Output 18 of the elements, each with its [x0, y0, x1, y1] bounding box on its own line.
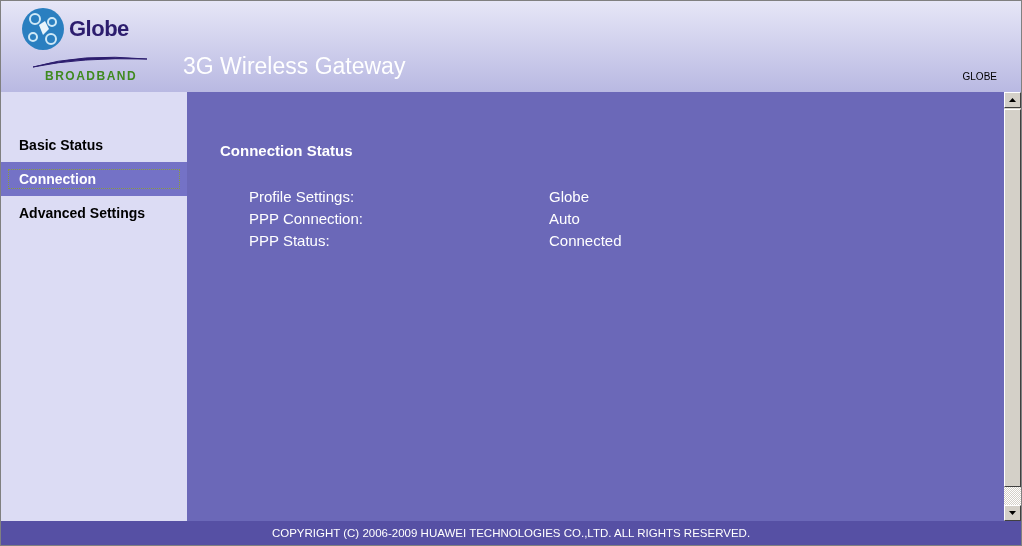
up-arrow-icon [1009, 98, 1016, 102]
down-arrow-icon [1009, 511, 1016, 515]
field-label: PPP Status: [249, 231, 331, 249]
page-title: 3G Wireless Gateway [183, 53, 406, 80]
copyright-text: COPYRIGHT (C) 2006-2009 HUAWEI TECHNOLOGIES CO.,LTD. ALL RIGHTS RESERVED. [271, 527, 751, 539]
field-label: PPP Connection: [249, 209, 364, 227]
field-value: Connected [549, 231, 622, 249]
field-label: Profile Settings: [249, 187, 356, 205]
brand-name: Globe [69, 16, 129, 42]
sidebar-item[interactable]: Basic Status [1, 128, 187, 162]
section-heading: Connection Status [220, 142, 354, 159]
operator-name: GLOBE [962, 71, 997, 82]
sidebar-item[interactable]: Advanced Settings [1, 196, 187, 230]
field-value: Globe [549, 187, 590, 205]
field-value: Auto [549, 209, 580, 227]
tagline: BROADBAND [45, 69, 139, 83]
sidebar-item[interactable]: Connection [1, 162, 187, 196]
globe-logo-icon [21, 7, 65, 51]
